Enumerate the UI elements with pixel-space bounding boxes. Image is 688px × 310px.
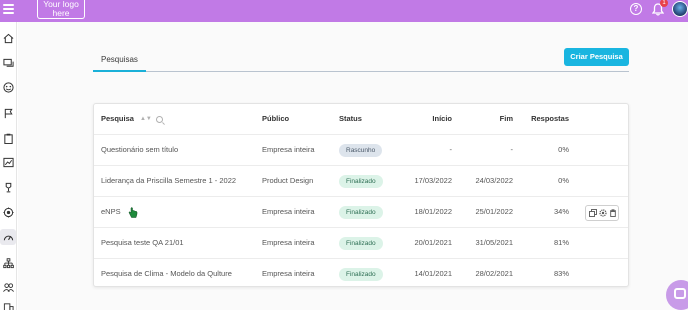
survey-end: 25/01/2022 xyxy=(475,207,513,216)
table-row[interactable]: Questionário sem título Empresa inteira … xyxy=(94,135,628,166)
status-cell: Finalizado xyxy=(339,228,383,258)
survey-start: 18/01/2022 xyxy=(414,207,452,216)
chat-icon[interactable] xyxy=(1,56,15,70)
tab-bar: Pesquisas xyxy=(93,51,629,72)
sort-icon[interactable]: ▲▼ xyxy=(140,104,152,134)
search-icon[interactable] xyxy=(155,115,163,123)
survey-public: Empresa inteira xyxy=(262,207,315,216)
hand-cursor-icon xyxy=(128,207,138,218)
column-header-responses: Respostas xyxy=(531,114,569,123)
table-row[interactable]: Pesquisa teste QA 21/01 Empresa inteira … xyxy=(94,228,628,259)
survey-responses: 0% xyxy=(558,176,569,185)
survey-public: Empresa inteira xyxy=(262,145,315,154)
status-badge: Finalizado xyxy=(339,236,383,250)
trash-icon[interactable] xyxy=(609,209,617,217)
logo-line-2: here xyxy=(52,8,70,18)
table-row[interactable]: eNPS Empresa inteira Finalizado 18/01/20… xyxy=(94,197,628,228)
survey-start: 17/03/2022 xyxy=(414,176,452,185)
survey-name[interactable]: Questionário sem título xyxy=(101,135,178,165)
survey-public: Product Design xyxy=(262,176,314,185)
table-row[interactable]: Liderança da Priscilla Semestre 1 - 2022… xyxy=(94,166,628,197)
status-cell: Finalizado xyxy=(339,259,383,289)
chart-icon[interactable] xyxy=(1,155,15,169)
survey-end: 28/02/2021 xyxy=(475,269,513,278)
settings-icon[interactable] xyxy=(599,209,607,217)
column-header-start: Início xyxy=(432,114,452,123)
org-chart-icon[interactable] xyxy=(1,256,15,270)
table-header: Pesquisa ▲▼ Público Status Início Fim Res… xyxy=(94,104,628,135)
tab-pesquisas[interactable]: Pesquisas xyxy=(93,51,146,72)
status-badge: Finalizado xyxy=(339,174,383,188)
people-icon[interactable] xyxy=(1,280,15,294)
clipboard-icon[interactable] xyxy=(1,131,15,145)
survey-name[interactable]: eNPS xyxy=(101,197,121,227)
status-cell: Rascunho xyxy=(339,135,383,165)
status-cell: Finalizado xyxy=(339,166,383,196)
surveys-table: Pesquisa ▲▼ Público Status Início Fim Res… xyxy=(93,103,629,287)
survey-start: 14/01/2021 xyxy=(414,269,452,278)
column-header-status: Status xyxy=(339,114,362,123)
sidebar xyxy=(0,22,17,310)
survey-responses: 0% xyxy=(558,145,569,154)
survey-public: Empresa inteira xyxy=(262,238,315,247)
row-actions xyxy=(585,205,619,221)
status-cell: Finalizado xyxy=(339,197,383,227)
column-header-name[interactable]: Pesquisa ▲▼ xyxy=(101,104,163,134)
survey-name[interactable]: Pesquisa teste QA 21/01 xyxy=(101,228,184,258)
survey-public: Empresa inteira xyxy=(262,269,315,278)
survey-name[interactable]: Liderança da Priscilla Semestre 1 - 2022 xyxy=(101,166,236,196)
table-row[interactable]: Pesquisa de Clima - Modelo da Qulture Em… xyxy=(94,259,628,290)
mood-icon[interactable] xyxy=(1,80,15,94)
create-survey-button[interactable]: Criar Pesquisa xyxy=(564,48,629,66)
dashboard-icon[interactable] xyxy=(0,229,16,245)
target-icon[interactable] xyxy=(1,205,15,219)
survey-responses: 83% xyxy=(553,269,569,278)
column-header-public: Público xyxy=(262,114,290,123)
survey-end: 24/03/2022 xyxy=(475,176,513,185)
survey-end: 31/05/2021 xyxy=(475,238,513,247)
survey-start: 20/01/2021 xyxy=(414,238,452,247)
main-content: Pesquisas Criar Pesquisa Pesquisa ▲▼ Públ… xyxy=(18,22,688,310)
survey-start: - xyxy=(449,145,453,154)
help-icon[interactable]: ? xyxy=(630,3,642,15)
menu-icon[interactable] xyxy=(3,4,14,14)
survey-name[interactable]: Pesquisa de Clima - Modelo da Qulture xyxy=(101,259,232,289)
avatar[interactable] xyxy=(672,1,688,17)
column-header-end: Fim xyxy=(499,114,513,123)
column-name-label: Pesquisa xyxy=(101,114,134,123)
survey-responses: 34% xyxy=(553,207,569,216)
notification-badge: 1 xyxy=(660,0,668,7)
chat-launcher-button[interactable] xyxy=(666,280,688,310)
status-badge: Rascunho xyxy=(339,143,383,157)
trophy-icon[interactable] xyxy=(1,180,15,194)
survey-end: - xyxy=(510,145,514,154)
home-icon[interactable] xyxy=(1,31,15,45)
building-icon[interactable] xyxy=(1,300,15,310)
survey-responses: 81% xyxy=(553,238,569,247)
copy-icon[interactable] xyxy=(589,209,597,217)
chat-icon xyxy=(674,288,686,299)
logo: Your logo here xyxy=(37,0,85,19)
flag-icon[interactable] xyxy=(1,106,15,120)
status-badge: Finalizado xyxy=(339,267,383,281)
top-bar: Your logo here ? 1 xyxy=(0,0,688,22)
status-badge: Finalizado xyxy=(339,205,383,219)
